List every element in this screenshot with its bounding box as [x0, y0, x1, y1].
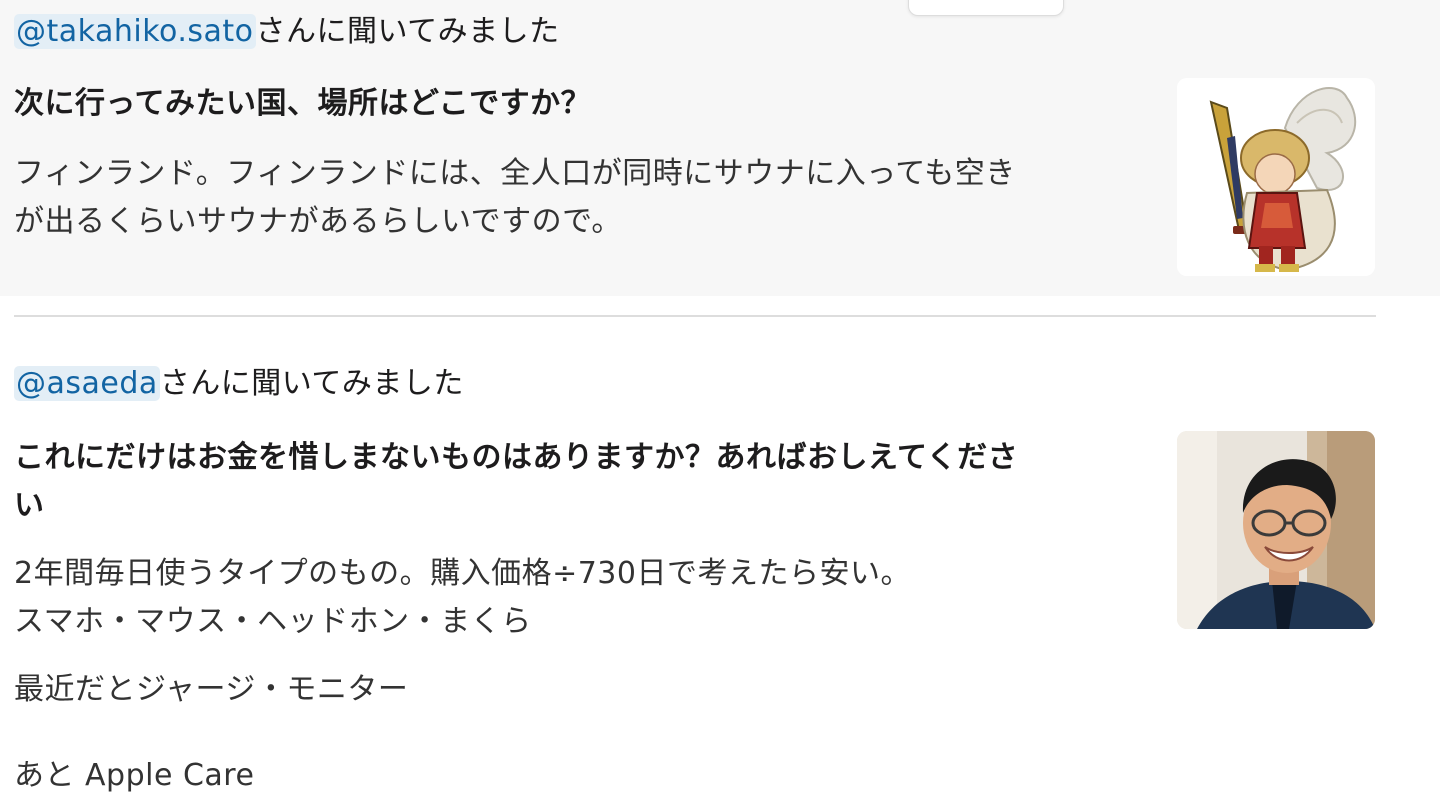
message-post-1[interactable]: @takahiko.satoさんに聞いてみました 次に行ってみたい国、場所はどこ…	[0, 0, 1440, 296]
message-actions-toolbar[interactable]	[908, 0, 1064, 16]
user-mention[interactable]: @takahiko.sato	[14, 14, 256, 49]
answer-text: 2年間毎日使うタイプのもの。購入価格÷730日で考えたら安い。 スマホ・マウス・…	[14, 550, 1139, 800]
thumbnail-image[interactable]	[1177, 78, 1375, 276]
intro-line: @asaedaさんに聞いてみました	[14, 358, 464, 402]
thumbnail-image[interactable]	[1177, 431, 1375, 629]
question-text: 次に行ってみたい国、場所はどこですか？	[14, 86, 592, 121]
post-divider	[14, 315, 1376, 317]
answer-line: あと Apple Care	[14, 758, 255, 793]
message-post-2[interactable]: @asaedaさんに聞いてみました これにだけはお金を惜しまないものはありますか…	[0, 318, 1440, 811]
question-text: これにだけはお金を惜しまないものはありますか？あればおしえてくださ い	[14, 440, 1019, 523]
answer-line: スマホ・マウス・ヘッドホン・まくら	[14, 604, 532, 639]
answer-text: フィンランド。フィンランドには、全人口が同時にサウナに入っても空き が出るくらい…	[14, 150, 1139, 246]
user-mention[interactable]: @asaeda	[14, 366, 160, 401]
message-pane: @takahiko.satoさんに聞いてみました 次に行ってみたい国、場所はどこ…	[0, 0, 1440, 811]
answer-line: 最近だとジャージ・モニター	[14, 672, 409, 707]
intro-text: さんに聞いてみました	[255, 14, 560, 49]
warrior-illustration-icon	[1177, 78, 1375, 276]
portrait-photo-icon	[1177, 431, 1375, 629]
answer-line: が出るくらいサウナがあるらしいですので。	[14, 204, 622, 239]
answer-line: 2年間毎日使うタイプのもの。購入価格÷730日で考えたら安い。	[14, 556, 911, 591]
answer-line: フィンランド。フィンランドには、全人口が同時にサウナに入っても空き	[14, 156, 1016, 191]
intro-text: さんに聞いてみました	[159, 366, 464, 401]
intro-line: @takahiko.satoさんに聞いてみました	[14, 6, 560, 50]
